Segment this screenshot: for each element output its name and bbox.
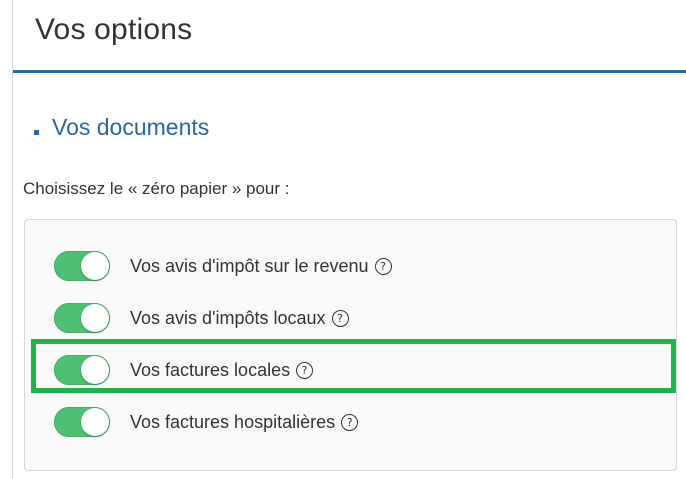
intro-text: Choisissez le « zéro papier » pour : <box>23 179 290 198</box>
option-row-impot-revenu: Vos avis d'impôt sur le revenu? <box>25 246 676 286</box>
toggle-knob <box>81 408 109 436</box>
page-title: Vos options <box>35 13 193 46</box>
option-row-factures-hospitalieres: Vos factures hospitalières? <box>25 402 676 442</box>
toggle-knob <box>81 252 109 280</box>
option-label-text: Vos avis d'impôt sur le revenu <box>130 255 369 276</box>
toggle-impots-locaux[interactable] <box>54 303 110 333</box>
option-label: Vos factures hospitalières? <box>130 411 359 433</box>
option-label-text: Vos avis d'impôts locaux <box>130 307 326 328</box>
option-label-text: Vos factures locales <box>130 359 291 380</box>
option-row-impots-locaux: Vos avis d'impôts locaux? <box>25 298 676 338</box>
toggle-factures-hospitalieres[interactable] <box>54 407 110 437</box>
help-icon[interactable]: ? <box>374 257 392 275</box>
toggle-factures-locales[interactable] <box>54 355 110 385</box>
help-icon[interactable]: ? <box>296 361 314 379</box>
help-icon[interactable]: ? <box>341 413 359 431</box>
page: Vos options Vos documents Choisissez le … <box>0 0 686 479</box>
option-label: Vos avis d'impôts locaux? <box>130 308 349 329</box>
option-label: Vos factures locales? <box>130 359 314 381</box>
panel-header: Vos options <box>13 0 686 73</box>
toggle-impot-revenu[interactable] <box>54 251 110 281</box>
option-label-text: Vos factures hospitalières <box>130 411 336 432</box>
help-icon[interactable]: ? <box>331 309 349 327</box>
section-title-label: Vos documents <box>52 114 210 140</box>
toggle-knob <box>81 356 109 384</box>
options-box: Vos avis d'impôt sur le revenu? Vos avis… <box>24 219 677 471</box>
option-row-factures-locales: Vos factures locales? <box>25 350 676 390</box>
toggle-knob <box>81 304 109 332</box>
option-label: Vos avis d'impôt sur le revenu? <box>130 256 392 277</box>
section-title: Vos documents <box>34 114 209 141</box>
bullet-icon <box>34 130 39 135</box>
